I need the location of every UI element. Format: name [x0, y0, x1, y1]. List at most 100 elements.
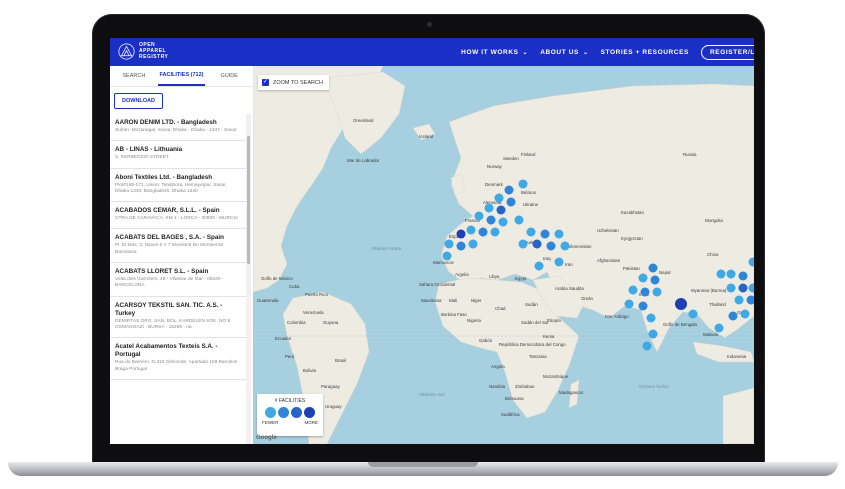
google-attribution[interactable]: Google	[256, 435, 277, 441]
cluster-marker[interactable]	[484, 203, 494, 213]
label-namibia: Namibia	[489, 384, 506, 389]
world-map[interactable]: Greenland Iceland Russia Kazakhstan Mong…	[253, 66, 754, 444]
checkbox-checked-icon[interactable]: ✓	[262, 79, 269, 86]
label-pakistan: Pakistan	[623, 266, 640, 271]
sidebar: SEARCH FACILITIES (712) GUIDE DOWNLOAD A…	[110, 66, 254, 444]
nav-stories-resources[interactable]: STORIES + RESOURCES	[601, 49, 689, 56]
label-morocco: Marruecos	[433, 260, 455, 265]
label-oman: Omán	[581, 296, 594, 301]
label-south-africa: Sudáfrica	[501, 412, 520, 417]
cluster-marker[interactable]	[728, 311, 738, 321]
cluster-marker[interactable]	[640, 287, 650, 297]
cluster-marker[interactable]	[648, 263, 658, 273]
cluster-marker[interactable]	[504, 185, 514, 195]
cluster-marker[interactable]	[442, 251, 452, 261]
facility-item[interactable]: ACABATS DEL BAGES , S.A. - Spain Pl. El …	[110, 229, 246, 264]
label-gulf-of-mexico: Golfo de México	[261, 276, 293, 281]
cluster-marker[interactable]	[738, 271, 748, 281]
cluster-marker[interactable]	[646, 313, 656, 323]
cluster-marker[interactable]	[518, 239, 528, 249]
facility-name: ACARSOY TEKSTIL SAN. TIC. A.S. - Turkey	[115, 301, 223, 317]
label-gabon: Gabón	[479, 338, 493, 343]
facility-map[interactable]: Greenland Iceland Russia Kazakhstan Mong…	[253, 66, 754, 444]
logo-line-3: REGISTRY	[139, 54, 169, 60]
cluster-marker[interactable]	[642, 341, 652, 351]
scrollbar-thumb[interactable]	[247, 136, 250, 264]
cluster-marker[interactable]	[468, 239, 478, 249]
cluster-marker[interactable]	[628, 285, 638, 295]
cluster-marker[interactable]	[456, 241, 466, 251]
cluster-marker[interactable]	[494, 193, 504, 203]
label-iran: Iran	[565, 262, 573, 267]
label-angola: Angola	[491, 364, 505, 369]
facility-item[interactable]: ACABADOS CEMAR, S.L.L. - Spain CTRA DE C…	[110, 202, 246, 230]
cluster-marker[interactable]	[638, 301, 648, 311]
top-navbar: OPEN APPAREL REGISTRY HOW IT WORKS ⌄ ABOU…	[110, 38, 754, 66]
cluster-marker[interactable]	[498, 217, 508, 227]
nav-about-us[interactable]: ABOUT US ⌄	[540, 49, 588, 56]
label-drc: República Democrática del Congo	[499, 342, 566, 347]
cluster-marker[interactable]	[740, 309, 750, 319]
facility-item[interactable]: ACARSOY TEKSTIL SAN. TIC. A.S. - Turkey …	[110, 297, 246, 339]
facility-item[interactable]: Aboni Textiles Ltd. - Bangladesh Plot#16…	[110, 169, 246, 203]
cluster-marker[interactable]	[714, 323, 724, 333]
cluster-marker[interactable]	[560, 241, 570, 251]
cluster-marker[interactable]	[466, 225, 476, 235]
zoom-to-search-control[interactable]: ✓ ZOOM TO SEARCH	[258, 75, 329, 90]
label-ukraine: Ukraine	[523, 202, 539, 207]
cluster-marker[interactable]	[486, 215, 496, 225]
facility-item[interactable]: AB - LINAS - Lithuania S. KERBEDZIO STRE…	[110, 141, 246, 169]
cluster-marker[interactable]	[624, 299, 634, 309]
tab-search[interactable]: SEARCH	[110, 66, 158, 86]
cluster-marker[interactable]	[490, 227, 500, 237]
cluster-marker[interactable]	[474, 211, 484, 221]
label-guatemala: Guatemala	[257, 298, 279, 303]
logo[interactable]: OPEN APPAREL REGISTRY	[118, 42, 168, 60]
label-botswana: Botsuana	[505, 396, 524, 401]
legend-dot-4	[304, 407, 315, 418]
facility-item[interactable]: Acatel Acabamentos Texteis S.A. - Portug…	[110, 338, 246, 380]
cluster-marker[interactable]	[734, 295, 744, 305]
cluster-marker[interactable]	[526, 227, 536, 237]
label-niger: Niger	[471, 298, 482, 303]
cluster-marker[interactable]	[506, 197, 516, 207]
cluster-marker[interactable]	[496, 205, 506, 215]
cluster-marker[interactable]	[716, 269, 726, 279]
cluster-marker[interactable]	[532, 239, 542, 249]
cluster-marker[interactable]	[650, 275, 660, 285]
cluster-marker[interactable]	[648, 329, 658, 339]
cluster-marker[interactable]	[638, 273, 648, 283]
cluster-marker[interactable]	[688, 309, 698, 319]
cluster-marker[interactable]	[554, 229, 564, 239]
legend-dot-2	[278, 407, 289, 418]
tab-facilities[interactable]: FACILITIES (712)	[157, 66, 206, 86]
label-sweden: Sweden	[503, 156, 519, 161]
label-indonesia: Indonesia	[727, 354, 747, 359]
register-button[interactable]: REGISTER/L	[700, 44, 754, 60]
cluster-marker[interactable]	[738, 283, 748, 293]
label-chad: Chad	[495, 306, 506, 311]
cluster-marker[interactable]	[514, 215, 524, 225]
cluster-marker[interactable]	[554, 257, 564, 267]
label-zimbabwe: Zimbabue	[515, 384, 535, 389]
cluster-marker[interactable]	[675, 298, 687, 310]
facility-item[interactable]: ACABATS LLORET S.L. - Spain Volta dels G…	[110, 263, 246, 297]
label-norway: Norway	[487, 164, 503, 169]
download-button[interactable]: DOWNLOAD	[114, 93, 163, 109]
facility-item[interactable]: AARON DENIM LTD. - Bangladesh Sulran, Mi…	[110, 114, 246, 142]
label-thailand: Thailand	[709, 302, 726, 307]
cluster-marker[interactable]	[518, 179, 528, 189]
cluster-marker[interactable]	[546, 241, 556, 251]
facility-address: Sulran, Mirzanagar, Savar, Dhaka - Dhaka…	[115, 128, 237, 133]
cluster-marker[interactable]	[540, 229, 550, 239]
nav-how-it-works[interactable]: HOW IT WORKS ⌄	[461, 49, 528, 56]
cluster-marker[interactable]	[726, 269, 736, 279]
cluster-marker[interactable]	[444, 239, 454, 249]
cluster-marker[interactable]	[726, 283, 736, 293]
tab-guide[interactable]: GUIDE	[205, 66, 253, 86]
cluster-marker[interactable]	[534, 261, 544, 271]
cluster-marker[interactable]	[456, 229, 466, 239]
cluster-marker[interactable]	[652, 287, 662, 297]
label-libya: Libya	[489, 274, 500, 279]
cluster-marker[interactable]	[478, 227, 488, 237]
